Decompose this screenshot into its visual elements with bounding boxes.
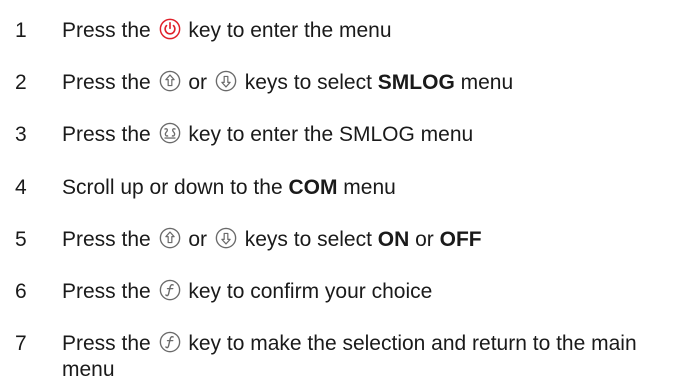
down-arrow-key-icon [215, 70, 237, 92]
step-keyword: OFF [439, 228, 482, 251]
step-text-segment: Press the [62, 228, 157, 251]
step-number: 1 [15, 19, 27, 42]
step-text-segment: keys to select [238, 71, 378, 94]
step-text: Press the key to enter the menu [62, 18, 682, 44]
step-number: 4 [15, 176, 27, 199]
step-text-segment: Press the [62, 19, 157, 42]
function-key-icon [159, 331, 181, 353]
enter-key-icon [159, 122, 181, 144]
step-number: 5 [15, 228, 27, 251]
function-key-icon [159, 279, 181, 301]
up-arrow-key-icon [159, 70, 181, 92]
step-text-segment: Press the [62, 71, 157, 94]
step-keyword: SMLOG [377, 71, 455, 94]
step-text: Press the key to confirm your choice [62, 279, 682, 305]
power-key-icon [159, 18, 181, 40]
step-text-segment: Press the [62, 123, 157, 146]
step-number: 6 [15, 280, 27, 303]
step-text-segment: Press the [62, 332, 157, 355]
step-text-segment: Press the [62, 280, 157, 303]
step-text-segment: or [409, 228, 440, 251]
step-number: 3 [15, 123, 27, 146]
step-text-segment: or [182, 71, 213, 94]
down-arrow-key-icon [215, 227, 237, 249]
step-number: 2 [15, 71, 27, 94]
step-text-segment: key to enter the menu [182, 19, 392, 42]
step-text: Press the or keys to select SMLOG menu [62, 70, 682, 96]
step-text: Press the or keys to select ON or OFF [62, 227, 682, 253]
step-keyword: COM [288, 176, 338, 199]
step-text-segment: menu [454, 71, 514, 94]
step-text-segment: Scroll up or down to the [62, 176, 289, 199]
step-text-segment: key to confirm your choice [182, 280, 433, 303]
step-text-segment: menu [337, 176, 396, 199]
step-keyword: ON [377, 228, 410, 251]
up-arrow-key-icon [159, 227, 181, 249]
step-text: Press the key to make the selection and … [62, 331, 672, 383]
step-text: Press the key to enter the SMLOG menu [62, 122, 682, 148]
step-number: 7 [15, 332, 27, 355]
step-text: Scroll up or down to the COM menu [62, 175, 682, 201]
step-text-segment: key to enter the SMLOG menu [182, 123, 474, 146]
step-text-segment: or [182, 228, 213, 251]
step-text-segment: keys to select [238, 228, 378, 251]
instruction-steps: 1 Press the key to enter the menu 2 Press t… [0, 0, 682, 382]
